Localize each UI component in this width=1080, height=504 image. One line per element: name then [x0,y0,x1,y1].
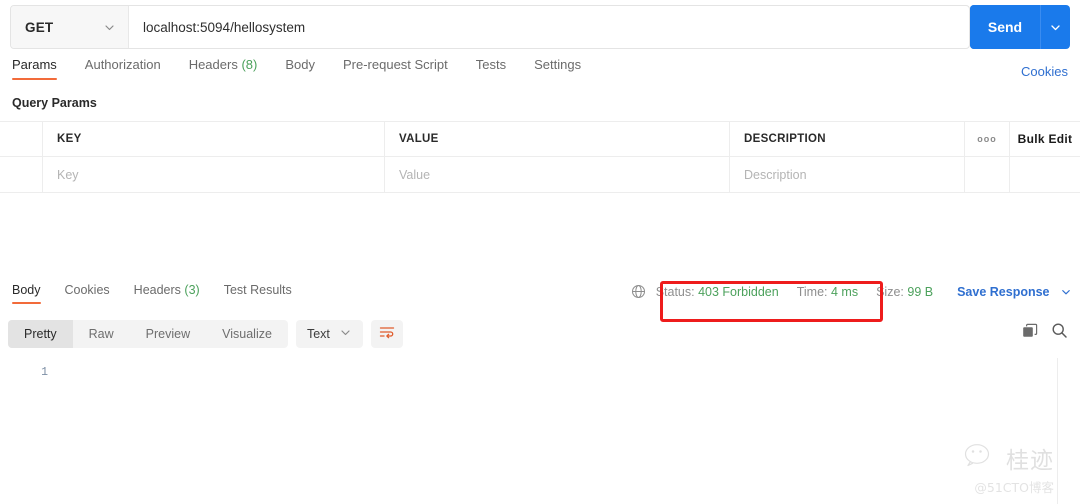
time-label: Time: [796,284,828,299]
tab-headers-count: (8) [241,57,258,72]
tab-body-label: Body [285,57,315,72]
http-method-selector[interactable]: GET [11,6,129,48]
request-url-input[interactable] [129,6,969,48]
body-view-switcher: Pretty Raw Preview Visualize [8,320,288,348]
size-badge: Size: 99 B [876,285,933,299]
send-options-caret[interactable] [1040,5,1070,49]
status-value: 403 Forbidden [698,284,779,299]
response-tab-body-label: Body [12,283,41,297]
table-options-icon[interactable]: ooo [965,122,1010,156]
save-response-label: Save Response [957,284,1050,299]
copy-icon[interactable] [1022,323,1038,339]
table-row[interactable]: Key Value Description [0,157,1080,193]
row-checkbox-cell[interactable] [0,157,43,192]
tab-headers[interactable]: Headers (8) [175,57,272,80]
tab-pre-request-script[interactable]: Pre-request Script [329,57,462,80]
response-tab-headers-count: (3) [184,283,200,297]
tab-settings[interactable]: Settings [520,57,595,80]
tab-authorization[interactable]: Authorization [71,57,175,80]
response-tab-body[interactable]: Body [8,283,53,304]
time-value: 4 ms [831,284,859,299]
body-format-label: Text [306,327,330,341]
response-tab-cookies[interactable]: Cookies [53,283,122,304]
query-params-table: KEY VALUE DESCRIPTION ooo Bulk Edit Key … [0,121,1080,193]
response-body-toolbar: Pretty Raw Preview Visualize Text [8,320,403,348]
cookies-link[interactable]: Cookies [1021,64,1068,79]
row-value-input[interactable]: Value [385,157,730,192]
body-view-preview[interactable]: Preview [130,320,206,348]
row-trailing-cell [1010,157,1080,192]
line-number-gutter: 1 [0,364,48,382]
send-button-group: Send [970,5,1070,49]
tab-tests[interactable]: Tests [462,57,520,80]
tab-pre-request-script-label: Pre-request Script [342,57,448,72]
query-params-title: Query Params [12,96,97,110]
response-tab-test-results-label: Test Results [223,283,292,297]
wrap-text-icon [379,325,395,344]
response-status-bar: Status: 403 Forbidden Time: 4 ms Size: 9… [631,284,1072,299]
status-label: Status: [655,284,695,299]
body-view-raw[interactable]: Raw [73,320,130,348]
request-tab-bar: Params Authorization Headers (8) Body Pr… [10,57,595,87]
tab-params[interactable]: Params [10,57,71,80]
status-badge: Status: 403 Forbidden [656,285,779,299]
table-header-row: KEY VALUE DESCRIPTION ooo Bulk Edit [0,121,1080,157]
header-description: DESCRIPTION [730,122,965,156]
tab-body[interactable]: Body [271,57,329,80]
postman-window: GET Send Params Authorization Headers (8… [0,0,1080,504]
tab-authorization-label: Authorization [84,57,161,72]
chevron-down-icon [103,21,116,34]
response-tab-bar: Body Cookies Headers (3) Test Results [8,283,304,311]
viewer-divider [1057,358,1058,504]
search-icon[interactable] [1051,322,1068,339]
response-tab-cookies-label: Cookies [64,283,110,297]
save-response-button[interactable]: Save Response [957,285,1072,299]
http-method-label: GET [25,19,54,35]
time-badge: Time: 4 ms [797,285,858,299]
body-view-visualize[interactable]: Visualize [206,320,288,348]
ooo-icon: ooo [977,134,997,144]
body-format-selector[interactable]: Text [295,320,363,348]
chevron-down-icon [339,326,352,342]
header-value: VALUE [385,122,730,156]
request-url-bar: GET [10,5,970,49]
line-number: 1 [41,366,48,379]
tab-settings-label: Settings [534,57,582,72]
wrap-text-button[interactable] [370,320,403,348]
size-value: 99 B [907,284,934,299]
header-key: KEY [43,122,385,156]
size-label: Size: [876,284,904,299]
tab-tests-label: Tests [475,57,507,72]
response-tab-test-results[interactable]: Test Results [212,283,304,304]
globe-icon[interactable] [631,284,646,299]
row-key-input[interactable]: Key [43,157,385,192]
body-view-pretty[interactable]: Pretty [8,320,73,348]
row-options-cell[interactable] [965,157,1010,192]
response-tab-headers-label: Headers [133,283,181,297]
header-checkbox-cell [0,122,43,156]
bulk-edit-button[interactable]: Bulk Edit [1010,122,1080,156]
row-description-input[interactable]: Description [730,157,965,192]
chevron-down-icon [1060,286,1072,298]
tab-headers-label: Headers [188,57,238,72]
tab-params-label: Params [12,57,57,72]
bulk-edit-label: Bulk Edit [1017,132,1073,146]
response-action-icons [1022,322,1068,339]
response-body-viewer[interactable]: 1 [0,358,1080,504]
response-tab-headers[interactable]: Headers (3) [122,283,212,304]
send-button[interactable]: Send [970,5,1040,49]
